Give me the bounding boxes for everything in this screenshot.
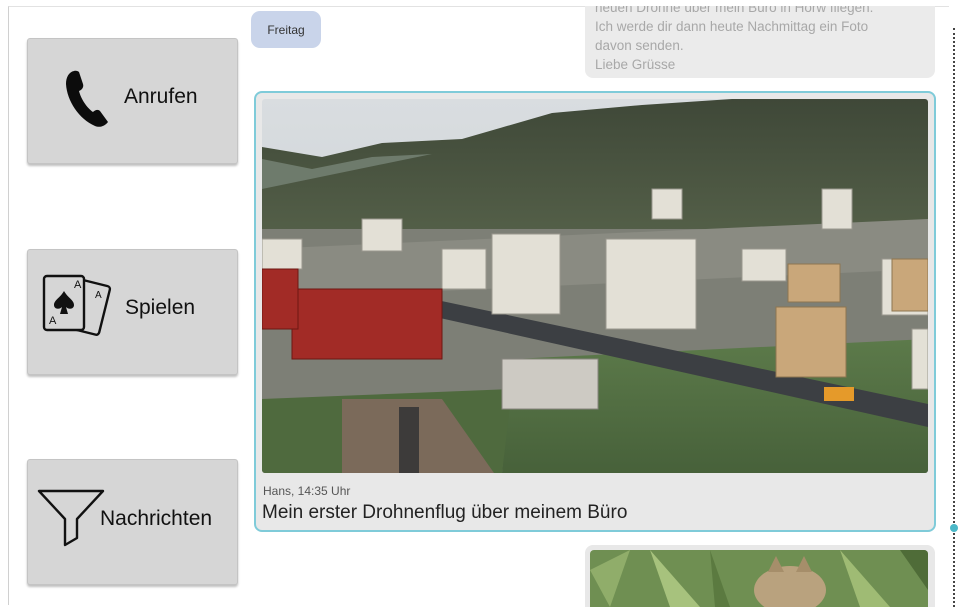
message-line: neuen Drohne über mein Büro in Horw flie… bbox=[595, 6, 874, 15]
play-button-label: Spielen bbox=[125, 296, 196, 319]
cat-in-grass-photo[interactable] bbox=[590, 550, 928, 607]
photo-message-bubble[interactable]: Hans, 14:35 Uhr Mein erster Drohnenflug … bbox=[254, 91, 936, 532]
photo-caption: Mein erster Drohnenflug über meinem Büro bbox=[262, 502, 628, 523]
svg-text:A: A bbox=[95, 290, 102, 301]
filter-icon bbox=[37, 489, 105, 547]
messages-button[interactable]: Nachrichten bbox=[27, 459, 238, 585]
call-button-label: Anrufen bbox=[124, 85, 198, 108]
message-sender-time: Hans, 14:35 Uhr bbox=[263, 484, 351, 498]
message-line: Liebe Grüsse bbox=[595, 57, 676, 72]
messages-button-label: Nachrichten bbox=[100, 507, 213, 530]
previous-message-bubble[interactable]: neuen Drohne über mein Büro in Horw flie… bbox=[585, 6, 935, 78]
message-line: davon senden. bbox=[595, 38, 684, 53]
call-button[interactable]: Anrufen bbox=[27, 38, 238, 164]
play-button[interactable]: A A A Spielen bbox=[27, 249, 238, 375]
day-separator-chip: Freitag bbox=[251, 11, 321, 48]
playing-cards-icon: A A A bbox=[42, 274, 112, 336]
svg-text:A: A bbox=[74, 279, 82, 291]
next-message-bubble[interactable] bbox=[585, 545, 935, 607]
svg-text:A: A bbox=[49, 315, 57, 327]
aerial-town-photo[interactable] bbox=[262, 99, 928, 473]
message-line: Ich werde dir dann heute Nachmittag ein … bbox=[595, 19, 869, 34]
chat-scrollbar[interactable] bbox=[953, 28, 957, 607]
phone-icon bbox=[66, 70, 108, 127]
scrollbar-thumb[interactable] bbox=[950, 524, 958, 532]
